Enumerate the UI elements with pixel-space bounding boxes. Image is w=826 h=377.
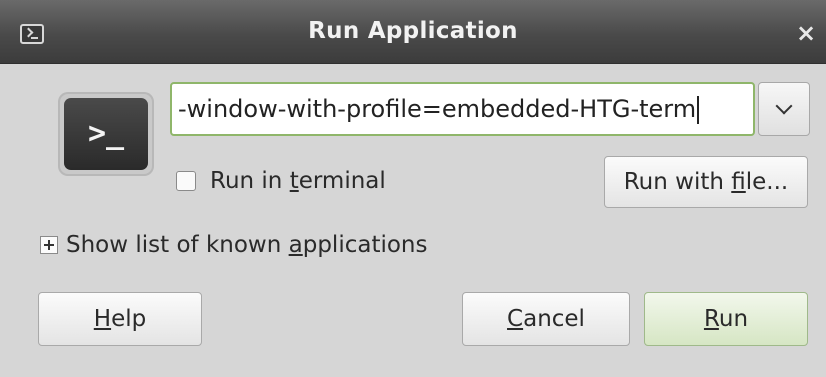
- run-button[interactable]: Run: [644, 292, 808, 346]
- run-with-file-button[interactable]: Run with file...: [604, 156, 808, 208]
- run-application-dialog: Run Application × >_ -window-with-profil…: [0, 0, 826, 377]
- window-title: Run Application: [308, 18, 518, 44]
- run-in-terminal-label[interactable]: Run in terminal: [210, 166, 386, 196]
- command-history-dropdown[interactable]: [758, 82, 810, 136]
- title-bar[interactable]: Run Application ×: [0, 0, 826, 64]
- dialog-body: >_ -window-with-profile=embedded-HTG-ter…: [0, 64, 826, 377]
- chevron-down-icon: [775, 97, 793, 115]
- text-cursor: [697, 96, 700, 124]
- close-icon[interactable]: ×: [794, 20, 818, 46]
- help-button[interactable]: Help: [38, 292, 202, 346]
- command-combo: -window-with-profile=embedded-HTG-term: [170, 82, 810, 136]
- application-icon: >_: [58, 92, 154, 176]
- terminal-icon: >_: [64, 98, 148, 170]
- command-text: -window-with-profile=embedded-HTG-term: [178, 95, 697, 123]
- run-in-terminal-checkbox[interactable]: [176, 171, 196, 191]
- expand-plus-icon[interactable]: [40, 236, 58, 254]
- cancel-button[interactable]: Cancel: [462, 292, 630, 346]
- known-applications-label[interactable]: Show list of known applications: [66, 230, 428, 260]
- command-input[interactable]: -window-with-profile=embedded-HTG-term: [170, 82, 755, 136]
